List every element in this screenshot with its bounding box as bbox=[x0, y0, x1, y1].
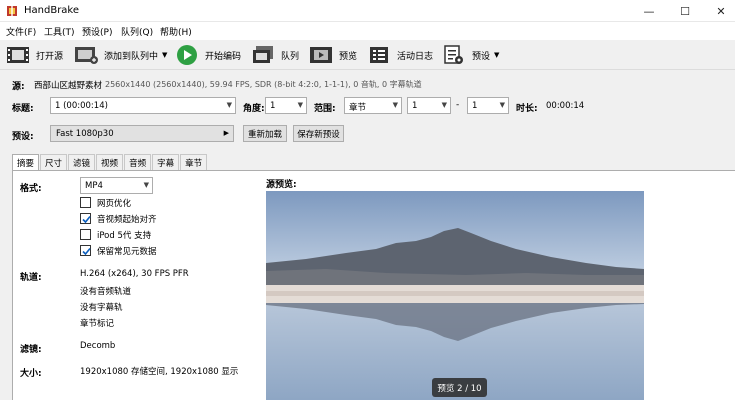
toolbar: 打开源 添加到队列中 ▼ 开始编码 队列 预览 活动日志 预设 ▼ bbox=[0, 40, 735, 70]
range-type-select[interactable]: 章节 ▼ bbox=[344, 97, 402, 114]
angle-label: 角度: bbox=[243, 104, 265, 114]
chevron-down-icon: ▼ bbox=[297, 101, 303, 109]
menu-help[interactable]: 帮助(H) bbox=[160, 25, 192, 38]
align-av-label: 音视频起始对齐 bbox=[97, 215, 157, 225]
close-button[interactable]: ✕ bbox=[698, 0, 735, 22]
start-encode-label: 开始编码 bbox=[205, 51, 242, 62]
reload-preset-button[interactable]: 重新加载 bbox=[243, 125, 287, 142]
web-optimize-checkbox[interactable] bbox=[80, 197, 91, 208]
filters-label: 滤镜: bbox=[20, 345, 42, 355]
menu-queue[interactable]: 队列(Q) bbox=[121, 25, 153, 38]
preset-select[interactable]: Fast 1080p30 ▶ bbox=[50, 125, 234, 142]
ipod-support-checkbox[interactable] bbox=[80, 229, 91, 240]
play-icon bbox=[175, 44, 199, 66]
tab-audio[interactable]: 音频 bbox=[124, 154, 152, 170]
tracks-label: 轨道: bbox=[20, 273, 42, 283]
start-encode-button[interactable]: 开始编码 bbox=[175, 43, 241, 67]
angle-select[interactable]: 1 ▼ bbox=[265, 97, 307, 114]
tab-video[interactable]: 视频 bbox=[96, 154, 124, 170]
chevron-down-icon: ▼ bbox=[441, 101, 447, 109]
track-subtitles: 没有字幕轨 bbox=[80, 303, 123, 313]
range-start-select[interactable]: 1 ▼ bbox=[407, 97, 451, 114]
checkmark-icon bbox=[82, 247, 91, 256]
title-select-value: 1 (00:00:14) bbox=[55, 101, 108, 111]
chevron-right-icon: ▶ bbox=[223, 129, 229, 137]
size-value: 1920x1080 存储空间, 1920x1080 显示 bbox=[80, 367, 239, 377]
chevron-down-icon[interactable]: ▼ bbox=[494, 51, 499, 59]
open-source-button[interactable]: 打开源 bbox=[6, 43, 63, 67]
range-end-select[interactable]: 1 ▼ bbox=[467, 97, 509, 114]
format-select[interactable]: MP4 ▼ bbox=[80, 177, 153, 194]
preview-film-icon bbox=[309, 44, 333, 66]
size-label: 大小: bbox=[20, 369, 42, 379]
log-icon bbox=[367, 44, 391, 66]
ipod-support-label: iPod 5代 支持 bbox=[97, 231, 152, 241]
tab-chapters[interactable]: 章节 bbox=[180, 154, 208, 170]
track-audio: 没有音频轨道 bbox=[80, 287, 132, 297]
add-to-queue-label: 添加到队列中 bbox=[104, 51, 159, 62]
chevron-down-icon: ▼ bbox=[226, 101, 232, 109]
source-preview-image bbox=[266, 191, 644, 400]
queue-icon bbox=[251, 44, 275, 66]
filters-value: Decomb bbox=[80, 341, 116, 351]
add-film-icon bbox=[74, 44, 98, 66]
queue-button[interactable]: 队列 bbox=[251, 43, 299, 67]
tab-dimensions[interactable]: 尺寸 bbox=[40, 154, 68, 170]
tab-summary[interactable]: 摘要 bbox=[12, 154, 40, 171]
source-info: 2560x1440 (2560x1440), 59.94 FPS, SDR (8… bbox=[105, 80, 422, 89]
chevron-down-icon: ▼ bbox=[143, 181, 149, 189]
angle-select-value: 1 bbox=[270, 101, 276, 111]
title-select[interactable]: 1 (00:00:14) ▼ bbox=[50, 97, 236, 114]
activity-log-label: 活动日志 bbox=[397, 51, 434, 62]
source-name: 西部山区越野素材 bbox=[34, 81, 103, 91]
web-optimize-label: 网页优化 bbox=[97, 199, 132, 209]
menu-presets[interactable]: 预设(P) bbox=[82, 25, 112, 38]
tab-filters[interactable]: 滤镜 bbox=[68, 154, 96, 170]
menu-bar: 文件(F) 工具(T) 预设(P) 队列(Q) 帮助(H) bbox=[0, 22, 735, 40]
range-end-value: 1 bbox=[472, 101, 478, 111]
landscape-image bbox=[266, 191, 644, 400]
preview-button[interactable]: 预览 bbox=[309, 43, 357, 67]
source-label: 源: bbox=[12, 82, 25, 92]
range-type-value: 章节 bbox=[349, 103, 367, 113]
chevron-down-icon[interactable]: ▼ bbox=[162, 51, 167, 59]
menu-file[interactable]: 文件(F) bbox=[6, 25, 36, 38]
handbrake-app-icon bbox=[7, 6, 17, 16]
window-title: HandBrake bbox=[24, 5, 80, 16]
chevron-down-icon: ▼ bbox=[499, 101, 505, 109]
tab-strip: 摘要 尺寸 滤镜 视频 音频 字幕 章节 bbox=[12, 154, 208, 171]
tab-subtitles[interactable]: 字幕 bbox=[152, 154, 180, 170]
activity-log-button[interactable]: 活动日志 bbox=[367, 43, 433, 67]
title-bar: HandBrake — ☐ ✕ bbox=[0, 0, 735, 22]
track-chapters: 章节标记 bbox=[80, 319, 115, 329]
open-source-label: 打开源 bbox=[36, 51, 64, 62]
align-av-checkbox[interactable] bbox=[80, 213, 91, 224]
title-label: 标题: bbox=[12, 104, 34, 114]
preview-label: 预览 bbox=[339, 51, 358, 62]
menu-tools[interactable]: 工具(T) bbox=[44, 25, 75, 38]
add-to-queue-button[interactable]: 添加到队列中 ▼ bbox=[74, 43, 167, 67]
duration-value: 00:00:14 bbox=[546, 101, 585, 111]
keep-metadata-checkbox[interactable] bbox=[80, 245, 91, 256]
track-video: H.264 (x264), 30 FPS PFR bbox=[80, 269, 189, 279]
chevron-down-icon: ▼ bbox=[392, 101, 398, 109]
presets-gear-icon bbox=[442, 44, 466, 66]
range-start-value: 1 bbox=[412, 101, 418, 111]
range-separator: - bbox=[456, 100, 460, 110]
preset-label: 预设: bbox=[12, 132, 34, 142]
film-icon bbox=[6, 44, 30, 66]
queue-label: 队列 bbox=[281, 51, 300, 62]
format-select-value: MP4 bbox=[85, 181, 103, 191]
range-label: 范围: bbox=[314, 104, 336, 114]
keep-metadata-label: 保留常见元数据 bbox=[97, 247, 157, 257]
save-new-preset-button[interactable]: 保存新预设 bbox=[293, 125, 344, 142]
duration-label: 时长: bbox=[516, 104, 538, 114]
checkmark-icon bbox=[82, 215, 91, 224]
presets-label: 预设 bbox=[472, 51, 491, 62]
format-label: 格式: bbox=[20, 184, 42, 194]
preset-select-value: Fast 1080p30 bbox=[56, 129, 114, 139]
presets-button[interactable]: 预设 ▼ bbox=[442, 43, 499, 67]
source-preview-label: 源预览: bbox=[266, 180, 297, 190]
preview-counter-badge[interactable]: 预览 2 / 10 bbox=[432, 378, 487, 397]
